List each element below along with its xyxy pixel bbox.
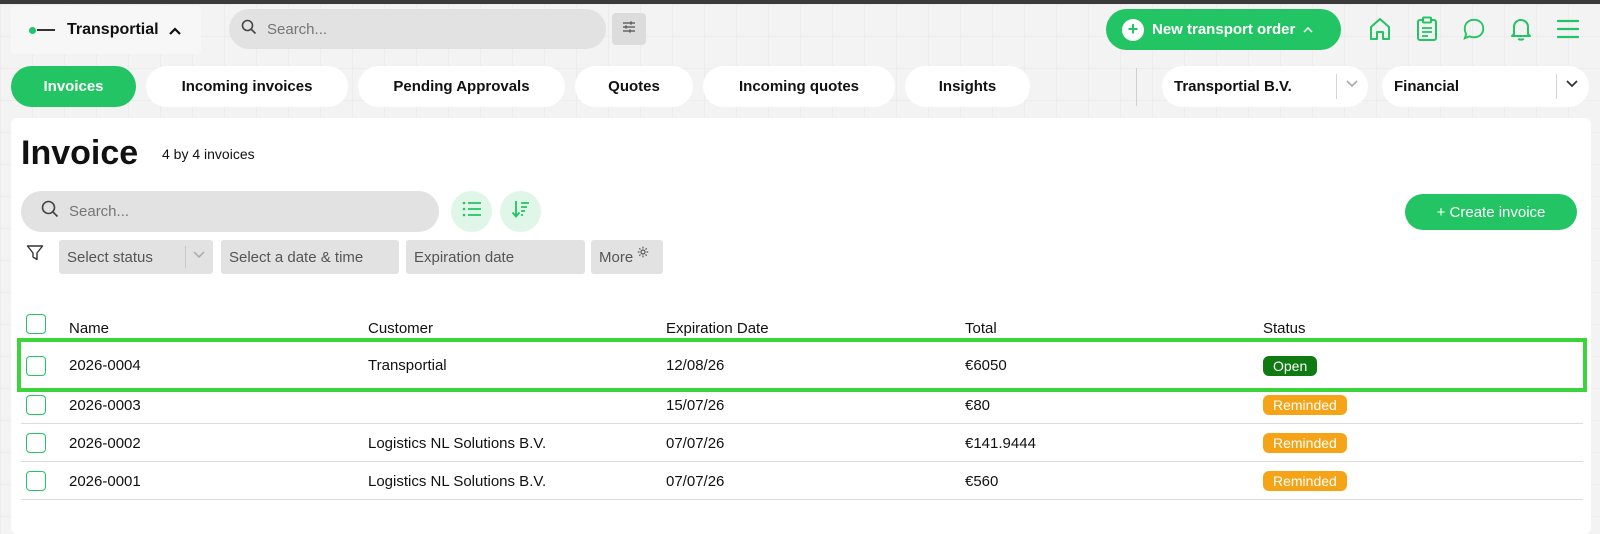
chevron-up-icon [1303,24,1313,36]
status-filter-placeholder: Select status [67,248,153,266]
home-icon[interactable] [1368,12,1392,46]
plus-icon: + [1122,18,1144,41]
invoice-count: 4 by 4 invoices [162,146,255,162]
tab-invoices[interactable]: Invoices [11,66,136,107]
select-divider [185,246,186,268]
table-row[interactable]: 2026-0001 Logistics NL Solutions B.V. 07… [21,462,1583,500]
brand-logo [29,24,55,36]
status-badge: Reminded [1263,395,1347,415]
row-expiration: 15/07/26 [666,397,725,414]
row-customer: Logistics NL Solutions B.V. [368,473,547,490]
chat-icon[interactable] [1462,12,1486,46]
global-search-input[interactable] [267,20,567,38]
row-total: €560 [965,473,999,490]
invoice-search-input[interactable] [69,203,369,220]
sort-icon [511,199,531,224]
date-time-filter-placeholder: Select a date & time [229,248,364,266]
row-name: 2026-0004 [69,357,141,374]
search-icon [41,200,59,223]
status-badge: Reminded [1263,471,1347,491]
row-checkbox[interactable] [26,471,46,491]
tab-insights[interactable]: Insights [905,66,1030,107]
top-icon-bar [1368,12,1580,46]
row-name: 2026-0002 [69,435,141,452]
status-filter[interactable]: Select status [59,240,213,274]
select-all-checkbox[interactable] [26,314,46,334]
tab-pending-approvals[interactable]: Pending Approvals [358,66,565,107]
tab-incoming-invoices[interactable]: Incoming invoices [146,66,348,107]
menu-icon[interactable] [1556,12,1580,46]
list-view-button[interactable] [451,191,492,232]
company-select[interactable]: Transportial B.V. [1162,66,1368,107]
row-checkbox[interactable] [26,395,46,415]
row-expiration: 07/07/26 [666,435,725,452]
company-select-value: Transportial B.V. [1174,78,1292,95]
bell-icon[interactable] [1509,12,1533,46]
row-total: €6050 [965,357,1007,374]
row-checkbox[interactable] [26,433,46,453]
search-icon [241,19,257,40]
column-header-expiration-date[interactable]: Expiration Date [666,320,769,337]
section-select-value: Financial [1394,78,1460,95]
list-icon [462,201,482,222]
clipboard-icon[interactable] [1415,12,1439,46]
column-header-status[interactable]: Status [1263,320,1306,337]
row-name: 2026-0003 [69,397,141,414]
table-row[interactable]: 2026-0003 15/07/26 €80 Reminded [21,386,1583,424]
new-transport-order-button[interactable]: + New transport order [1106,9,1341,50]
create-invoice-button[interactable]: + Create invoice [1405,194,1577,230]
row-total: €80 [965,397,991,414]
row-expiration: 07/07/26 [666,473,725,490]
chevron-down-icon [1346,76,1358,91]
column-header-name[interactable]: Name [69,320,109,337]
row-customer: Logistics NL Solutions B.V. [368,435,547,452]
table-row[interactable]: 2026-0004 Transportial 12/08/26 €6050 Op… [17,338,1587,392]
invoice-search[interactable] [21,191,439,232]
row-checkbox[interactable] [26,356,46,376]
funnel-icon [26,244,44,267]
row-customer: Transportial [368,357,447,374]
tab-quotes[interactable]: Quotes [575,66,693,107]
select-divider [1336,74,1337,99]
more-filters-label: More [599,248,634,266]
row-total: €141.9444 [965,435,1036,452]
tab-incoming-quotes[interactable]: Incoming quotes [703,66,895,107]
brand-switcher[interactable]: Transportial [11,6,201,54]
status-badge: Open [1263,356,1318,376]
more-filters-button[interactable]: More [591,240,663,274]
status-badge: Reminded [1263,433,1347,453]
chevron-up-icon [168,22,181,38]
page-title: Invoice [21,134,139,172]
chevron-down-icon [193,248,205,262]
invoice-panel: Invoice 4 by 4 invoices + Create invoice… [11,118,1591,534]
select-divider [1556,74,1557,99]
search-filter-button[interactable] [612,13,646,45]
column-header-customer[interactable]: Customer [368,320,433,337]
expiration-date-filter[interactable]: Expiration date [406,240,585,274]
section-tabs: Invoices Incoming invoices Pending Appro… [11,66,1030,107]
row-divider [21,499,1583,500]
brand-name: Transportial [67,21,159,38]
date-time-filter[interactable]: Select a date & time [221,240,399,274]
tabs-divider [1136,68,1137,106]
row-name: 2026-0001 [69,473,141,490]
column-header-total[interactable]: Total [965,320,997,337]
expiration-date-filter-placeholder: Expiration date [414,248,515,266]
new-transport-order-label: New transport order [1152,21,1296,38]
table-row[interactable]: 2026-0002 Logistics NL Solutions B.V. 07… [21,424,1583,462]
global-search[interactable] [229,9,606,49]
chevron-down-icon [1566,76,1578,91]
sort-button[interactable] [500,191,541,232]
row-expiration: 12/08/26 [666,357,725,374]
gear-icon [637,245,649,262]
sliders-icon [621,20,637,39]
section-select[interactable]: Financial [1382,66,1589,107]
